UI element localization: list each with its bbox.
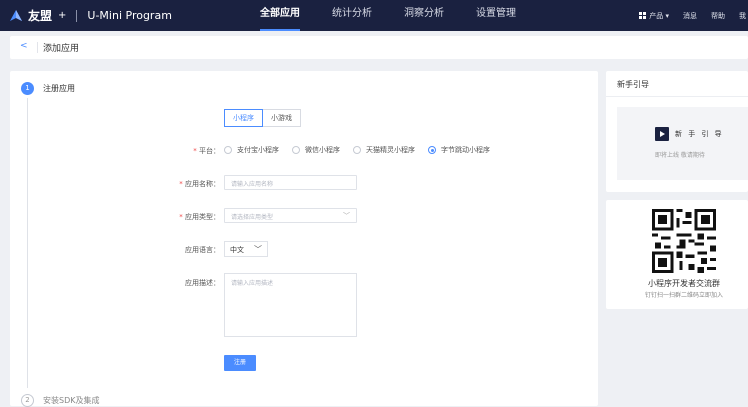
nav-settings[interactable]: 设置管理	[476, 0, 516, 31]
step-connector	[27, 98, 28, 388]
app-name-label-text: 应用名称：	[185, 180, 220, 188]
app-language-label: 应用语言：	[185, 246, 220, 254]
radio-bytedance[interactable]: 字节跳动小程序	[428, 145, 490, 155]
app-name-label: * 应用名称：	[179, 180, 220, 188]
nav-all-apps[interactable]: 全部应用	[260, 0, 300, 31]
radio-tmall-genie[interactable]: 天猫精灵小程序	[353, 145, 415, 155]
app-type-placeholder: 请选择应用类型	[231, 214, 274, 221]
step-1-indicator: 1	[21, 82, 34, 95]
top-navbar: 友盟 + U-Mini Program 全部应用 统计分析 洞察分析 设置管理 …	[0, 0, 748, 31]
nav-statistics[interactable]: 统计分析	[332, 0, 372, 31]
radio-dot-checked	[428, 146, 436, 154]
chevron-down-icon: ﹀	[343, 212, 350, 220]
app-language-value: 中文	[230, 246, 244, 254]
messages-link[interactable]: 消息	[683, 11, 697, 21]
products-menu[interactable]: 产品 ▾	[639, 11, 669, 21]
brand-name: 友盟	[28, 9, 53, 23]
grid-icon	[639, 11, 647, 19]
qr-card-title: 小程序开发者交流群	[648, 279, 720, 288]
brand-logo[interactable]: 友盟 + U-Mini Program	[8, 7, 172, 24]
app-description-textarea[interactable]: 请输入应用描述	[224, 273, 357, 337]
register-app-panel: 1 注册应用 小程序 小游戏 * 平台： 支付宝小程序 微信小程序 天猫精灵小程…	[10, 71, 598, 407]
app-kind-tabs: 小程序 小游戏	[224, 109, 301, 127]
app-type-select[interactable]: 请选择应用类型 ﹀	[224, 208, 357, 223]
register-button[interactable]: 注册	[224, 355, 256, 371]
umeng-logo-icon	[10, 9, 22, 21]
platform-label: * 平台：	[193, 147, 220, 155]
step-1-label: 注册应用	[43, 84, 75, 93]
app-description-label: 应用描述：	[185, 279, 220, 287]
app-language-select[interactable]: 中文 ﹀	[224, 241, 268, 257]
brand-divider	[76, 9, 78, 22]
main-nav: 全部应用 统计分析 洞察分析 设置管理	[260, 0, 548, 31]
brand-plus: +	[58, 10, 67, 21]
radio-alipay[interactable]: 支付宝小程序	[224, 145, 279, 155]
products-menu-label: 产品 ▾	[649, 11, 669, 20]
beginner-guide-panel: 新手引导 新 手 引 导 即将上线 敬请期待	[606, 71, 748, 192]
developer-group-card: 小程序开发者交流群 钉钉扫一扫群二维码立即加入	[606, 200, 748, 309]
guide-card-subtitle: 即将上线 敬请期待	[655, 152, 705, 159]
product-name: U-Mini Program	[87, 9, 172, 22]
user-link[interactable]: 我	[739, 11, 746, 21]
app-type-label: * 应用类型：	[179, 213, 220, 221]
guide-video-card[interactable]: 新 手 引 导 即将上线 敬请期待	[617, 107, 748, 180]
radio-dot	[292, 146, 300, 154]
platform-radio-group: 支付宝小程序 微信小程序 天猫精灵小程序 字节跳动小程序	[224, 145, 503, 155]
play-icon[interactable]	[655, 127, 669, 141]
chevron-down-icon: ﹀	[254, 245, 262, 254]
radio-tmall-genie-label: 天猫精灵小程序	[366, 146, 415, 154]
radio-wechat-label: 微信小程序	[305, 146, 340, 154]
help-link[interactable]: 帮助	[711, 11, 725, 21]
radio-alipay-label: 支付宝小程序	[237, 146, 279, 154]
header-divider	[37, 42, 38, 53]
tab-mini-program[interactable]: 小程序	[224, 109, 263, 127]
tab-mini-game[interactable]: 小游戏	[263, 109, 301, 127]
radio-wechat[interactable]: 微信小程序	[292, 145, 340, 155]
guide-card-title: 新 手 引 导	[675, 130, 724, 138]
platform-label-text: 平台：	[199, 147, 220, 155]
app-name-input[interactable]: 请输入应用名称	[224, 175, 357, 190]
back-icon[interactable]: <	[20, 41, 28, 51]
guide-panel-divider	[606, 96, 748, 97]
page-title: 添加应用	[43, 44, 80, 54]
qr-card-subtitle: 钉钉扫一扫群二维码立即加入	[644, 292, 723, 299]
qr-code-icon	[652, 209, 716, 273]
radio-dot	[224, 146, 232, 154]
step-2-indicator: 2	[21, 394, 34, 407]
radio-bytedance-label: 字节跳动小程序	[441, 146, 490, 154]
step-2-label: 安装SDK及集成	[43, 396, 100, 405]
nav-insights[interactable]: 洞察分析	[404, 0, 444, 31]
top-right-menu: 产品 ▾ 消息 帮助 我	[639, 0, 748, 31]
radio-dot	[353, 146, 361, 154]
app-type-label-text: 应用类型：	[185, 213, 220, 221]
guide-panel-title: 新手引导	[617, 80, 649, 89]
page-header: < 添加应用	[10, 36, 748, 59]
